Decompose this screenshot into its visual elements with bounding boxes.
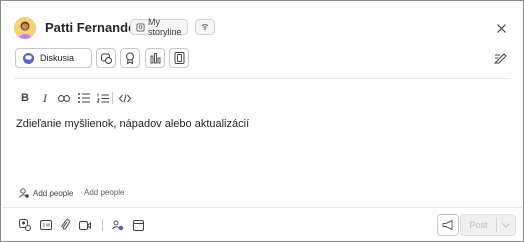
badge-button[interactable]: [120, 48, 140, 68]
gif-button[interactable]: [39, 218, 53, 232]
gif-icon: [40, 220, 52, 230]
praise-button[interactable]: [96, 48, 116, 68]
compose-post-dialog: Patti Fernandez My storyline Diskusia B …: [0, 0, 524, 242]
calendar-icon: [132, 219, 144, 231]
mention-person-button[interactable]: [18, 218, 32, 232]
notebook-icon: [174, 52, 185, 64]
add-people-input[interactable]: Add people: [84, 188, 124, 197]
post-body-input[interactable]: Zdieľanie myšlienok, nápadov alebo aktua…: [16, 118, 249, 130]
people-group-button[interactable]: [111, 218, 125, 232]
code-button[interactable]: [118, 91, 132, 105]
post-button[interactable]: Post: [460, 214, 516, 236]
badge-icon: [125, 52, 135, 65]
footer-divider: [2, 207, 522, 208]
megaphone-icon: [442, 219, 454, 231]
edit-format-icon: [493, 52, 507, 64]
praise-icon: [100, 53, 112, 64]
discussion-label: Diskusia: [40, 53, 75, 63]
avatar: [14, 17, 36, 39]
poll-icon: [150, 52, 161, 64]
footer-separator: [102, 219, 103, 231]
audience-selector[interactable]: My storyline: [130, 17, 188, 37]
bold-button[interactable]: B: [18, 91, 32, 105]
italic-button[interactable]: I: [38, 91, 52, 105]
add-people-label: Add people: [33, 188, 74, 198]
header-divider: [14, 78, 511, 79]
add-person-icon: [19, 188, 29, 198]
visibility-button[interactable]: [195, 19, 215, 35]
numbered-list-icon: [96, 93, 109, 104]
video-button[interactable]: [78, 218, 92, 232]
link-icon: [58, 94, 70, 102]
discussion-icon: [23, 52, 34, 64]
video-icon: [79, 220, 91, 230]
numbered-list-button[interactable]: [96, 91, 110, 105]
link-button[interactable]: [57, 91, 71, 105]
toolbar-separator: [112, 92, 113, 104]
attach-person-icon: [19, 219, 31, 231]
add-people-button[interactable]: Add people: [19, 188, 73, 198]
calendar-button[interactable]: [131, 218, 145, 232]
attach-file-icon: [60, 219, 70, 231]
code-icon: [118, 93, 132, 103]
author-name: Patti Fernandez: [45, 20, 142, 35]
announcement-button[interactable]: [437, 214, 459, 236]
poll-button[interactable]: [145, 48, 165, 68]
close-button[interactable]: [494, 21, 508, 35]
notebook-button[interactable]: [169, 48, 189, 68]
attach-file-button[interactable]: [58, 218, 72, 232]
people-group-icon: [112, 220, 124, 231]
format-toggle-button[interactable]: [492, 50, 508, 66]
audience-label: My storyline: [148, 17, 182, 37]
chevron-down-icon[interactable]: [497, 222, 515, 228]
bold-icon: B: [21, 92, 29, 104]
broadcast-icon: [200, 23, 210, 31]
bulleted-list-button[interactable]: [77, 91, 91, 105]
post-type-dropdown[interactable]: Diskusia: [15, 48, 92, 68]
bulleted-list-icon: [78, 93, 90, 103]
post-label: Post: [469, 220, 488, 230]
italic-icon: I: [43, 90, 47, 105]
close-icon: [496, 23, 506, 33]
storyline-icon: [136, 22, 145, 32]
